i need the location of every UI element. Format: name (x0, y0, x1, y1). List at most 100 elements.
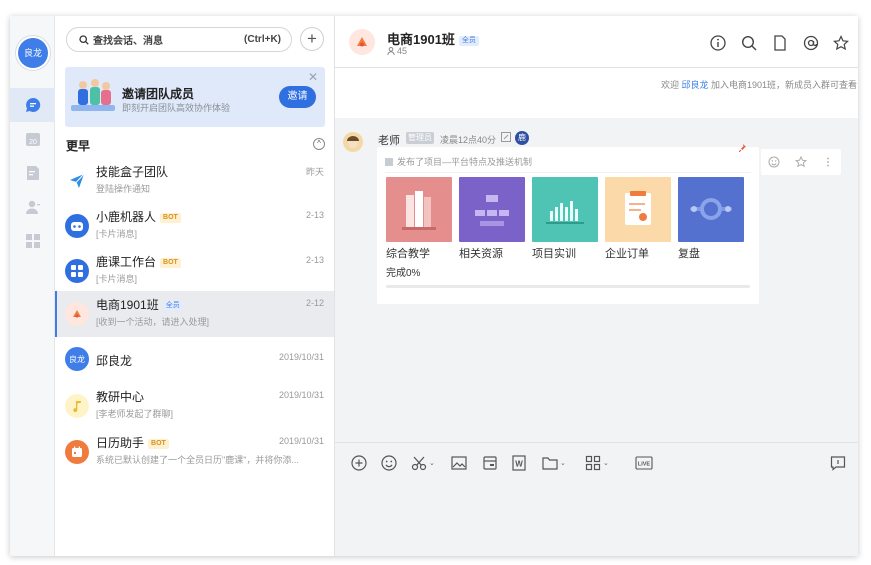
search-input[interactable]: 查找会话、消息 (Ctrl+K) (66, 27, 292, 52)
conversation-preview: [卡片消息] (96, 229, 138, 239)
chevron-down-icon: ⌄ (603, 460, 609, 467)
document-edit-icon (26, 166, 39, 180)
progress-text: 完成0% (386, 268, 421, 279)
team-illustration-icon (71, 79, 115, 111)
search-placeholder: 查找会话、消息 (93, 36, 163, 47)
notice-user-link[interactable]: 邱良龙 (681, 80, 708, 90)
tile-teaching[interactable] (386, 177, 452, 242)
conversation-preview: [卡片消息] (96, 274, 138, 284)
conversation-time: 2-13 (305, 255, 324, 265)
send-icon (65, 169, 89, 193)
user-avatar-icon: 良龙 (65, 347, 89, 371)
svg-text:20: 20 (29, 139, 37, 146)
progress-bar (386, 285, 750, 288)
conversation-item-selected[interactable]: 电商1901班 全员 [收到一个活动，请进入处理] 2-12 (55, 291, 334, 337)
info-icon[interactable] (710, 35, 726, 51)
calendar-icon: 20 (25, 133, 40, 146)
conversation-name: 小鹿机器人 BOT (96, 208, 181, 225)
more-icon[interactable] (822, 156, 834, 168)
group-avatar-icon (65, 302, 89, 326)
close-icon[interactable]: ✕ (308, 70, 318, 84)
nav-chat[interactable] (10, 88, 55, 122)
tile-resources[interactable] (459, 177, 525, 242)
message-composer[interactable]: ⌄ W ⌄ ⌄ LIVE (335, 442, 858, 556)
nav-calendar[interactable]: 20 (10, 122, 55, 156)
section-label: 更早 (66, 139, 91, 153)
feedback-icon[interactable] (830, 455, 846, 471)
project-card[interactable]: 发布了项目—平台特点及推送机制 综合教学 相关资源 项目实训 企业订单 复盘 完… (377, 147, 759, 304)
group-avatar[interactable] (349, 29, 375, 55)
chevron-down-icon: ⌄ (560, 460, 566, 467)
tile-label: 项目实训 (532, 248, 576, 260)
sender-name: 老师 (378, 135, 400, 147)
add-circle-icon[interactable] (351, 455, 367, 471)
scissors-icon[interactable]: ⌄ (411, 455, 435, 471)
apps-grid-icon (25, 234, 40, 248)
word-file-icon[interactable]: W (511, 455, 527, 471)
chevron-up-icon[interactable]: ^ (313, 138, 325, 150)
search-icon[interactable] (741, 35, 757, 51)
conversation-item[interactable]: 良龙 邱良龙 2019/10/31 (55, 337, 334, 381)
bot-badge: BOT (160, 258, 181, 268)
tile-label: 复盘 (678, 248, 700, 260)
conversation-item[interactable]: 教研中心 [李老师发起了群聊] 2019/10/31 (55, 383, 334, 427)
sender-avatar[interactable] (343, 132, 363, 152)
conversation-item[interactable]: 小鹿机器人 BOT [卡片消息] 2-13 (55, 203, 334, 247)
apps-icon[interactable]: ⌄ (585, 455, 609, 471)
project-icon (385, 158, 393, 166)
all-members-badge: 全员 (162, 301, 183, 311)
user-avatar[interactable]: 良龙 (18, 38, 48, 68)
chevron-down-icon: ⌄ (429, 460, 435, 467)
message-time: 凌晨12点40分 (440, 135, 497, 145)
chat-header: 电商1901班 全员 45 (335, 16, 858, 68)
bot-badge: BOT (148, 439, 169, 449)
conversation-name: 技能盒子团队 (96, 165, 169, 179)
reader-badge[interactable]: 鹿 (515, 131, 529, 145)
conversation-time: 2-12 (305, 298, 324, 308)
conversation-name: 邱良龙 (96, 354, 133, 368)
conversation-item[interactable]: 日历助手 BOT 系统已默认创建了一个全员日历"鹿课"，并将你添... 2019/… (55, 429, 334, 473)
image-icon[interactable] (451, 455, 467, 471)
invite-subtitle: 即刻开启团队高效协作体验 (122, 103, 231, 113)
pin-icon (739, 144, 746, 152)
workbench-icon (65, 259, 89, 283)
all-members-badge: 全员 (458, 36, 479, 46)
card-header: 发布了项目—平台特点及推送机制 (385, 155, 751, 173)
conversation-time: 2019/10/31 (278, 352, 324, 362)
folder-icon[interactable]: ⌄ (542, 455, 566, 471)
section-header: 更早 ^ (66, 137, 325, 153)
star-icon[interactable] (833, 35, 849, 51)
star-icon[interactable] (794, 156, 807, 168)
tile-training[interactable] (532, 177, 598, 242)
svg-text:W: W (515, 460, 523, 469)
invite-banner: 邀请团队成员 即刻开启团队高效协作体验 邀请 ✕ (65, 67, 325, 127)
member-count[interactable]: 45 (387, 46, 407, 56)
conversation-preview: 登陆操作通知 (96, 184, 151, 194)
add-button[interactable]: + (300, 27, 324, 51)
conversation-item[interactable]: 技能盒子团队 登陆操作通知 昨天 (55, 158, 334, 202)
at-icon[interactable] (803, 35, 819, 51)
emoji-icon[interactable] (381, 455, 397, 471)
nav-docs[interactable] (10, 156, 55, 190)
app-window: 良龙 20 查找会话、消息 (Ctrl+K) + 邀请团队成员 即刻开启团队高效… (10, 16, 858, 556)
nav-apps[interactable] (10, 224, 55, 258)
conversation-preview: [李老师发起了群聊] (96, 409, 174, 419)
card-icon[interactable] (482, 455, 498, 471)
conversation-preview: [收到一个活动，请进入处理] (96, 317, 210, 327)
edit-icon[interactable] (501, 132, 511, 142)
live-icon[interactable]: LIVE (635, 455, 653, 471)
file-icon[interactable] (772, 35, 788, 51)
conversation-name: 鹿课工作台 BOT (96, 253, 181, 270)
emoji-react-icon[interactable] (768, 156, 780, 168)
nav-contacts[interactable] (10, 190, 55, 224)
sender-role-badge: 管理员 (406, 132, 434, 144)
svg-text:LIVE: LIVE (638, 462, 651, 468)
conversation-item[interactable]: 鹿课工作台 BOT [卡片消息] 2-13 (55, 248, 334, 292)
bot-badge: BOT (160, 213, 181, 223)
tile-review[interactable] (678, 177, 744, 242)
tile-label: 综合教学 (386, 248, 430, 260)
message-actions (761, 149, 841, 175)
search-shortcut: (Ctrl+K) (244, 34, 281, 45)
tile-orders[interactable] (605, 177, 671, 242)
invite-button[interactable]: 邀请 (279, 86, 316, 108)
